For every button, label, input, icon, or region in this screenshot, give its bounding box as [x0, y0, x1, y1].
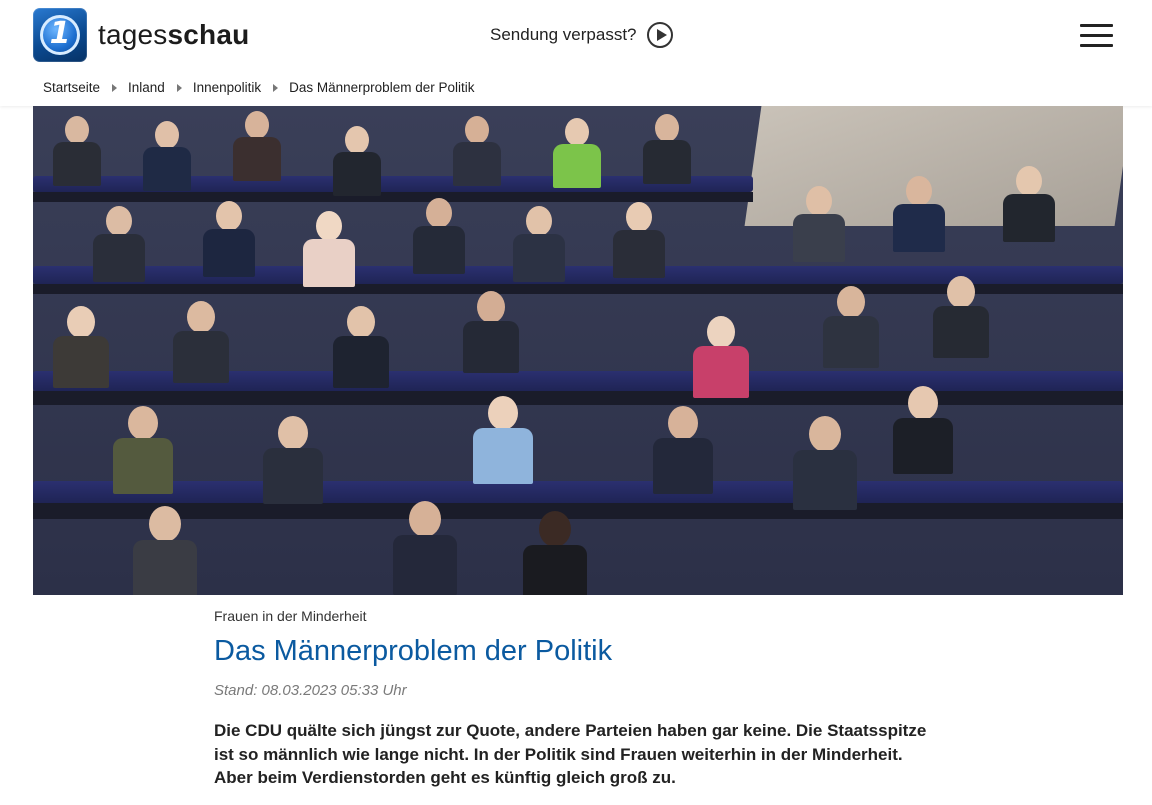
- breadcrumb-separator-icon: [112, 83, 118, 92]
- menu-bar-top: [1080, 24, 1113, 27]
- breadcrumb-item-innenpolitik[interactable]: Innenpolitik: [193, 80, 261, 95]
- breadcrumb-item-startseite[interactable]: Startseite: [43, 80, 100, 95]
- brand-bold: schau: [167, 19, 250, 50]
- play-circle-icon: [646, 22, 673, 48]
- hero-image-parliament: [33, 106, 1123, 595]
- menu-bar-bottom: [1080, 44, 1113, 47]
- missed-broadcast-link[interactable]: Sendung verpasst?: [490, 20, 673, 50]
- ard-logo-icon[interactable]: 1: [33, 8, 87, 62]
- brand-light: tages: [98, 19, 168, 50]
- menu-bar-middle: [1080, 34, 1113, 37]
- breadcrumb: Startseite Inland Innenpolitik Das Männe…: [43, 80, 474, 95]
- article-lead: Die CDU quälte sich jüngst zur Quote, an…: [214, 721, 927, 787]
- article-date: Stand: 08.03.2023 05:33 Uhr: [214, 682, 407, 699]
- breadcrumb-separator-icon: [273, 83, 279, 92]
- breadcrumb-separator-icon: [176, 83, 182, 92]
- hero-bench: [33, 481, 1123, 503]
- article-title: Das Männerproblem der Politik: [214, 635, 613, 667]
- brand-wordmark[interactable]: tagesschau: [98, 18, 249, 52]
- site-header: 1 tagesschau Sendung verpasst? Startseit…: [0, 0, 1152, 106]
- hero-desk-row: [33, 503, 1123, 519]
- breadcrumb-item-inland[interactable]: Inland: [128, 80, 165, 95]
- hamburger-menu-icon[interactable]: [1080, 24, 1113, 48]
- hero-desk-row: [33, 391, 1123, 405]
- missed-broadcast-label: Sendung verpasst?: [490, 25, 637, 44]
- hero-desk-row: [33, 192, 753, 202]
- article-kicker: Frauen in der Minderheit: [214, 608, 367, 624]
- breadcrumb-item-current[interactable]: Das Männerproblem der Politik: [289, 80, 474, 95]
- logo-one-glyph: 1: [49, 16, 71, 51]
